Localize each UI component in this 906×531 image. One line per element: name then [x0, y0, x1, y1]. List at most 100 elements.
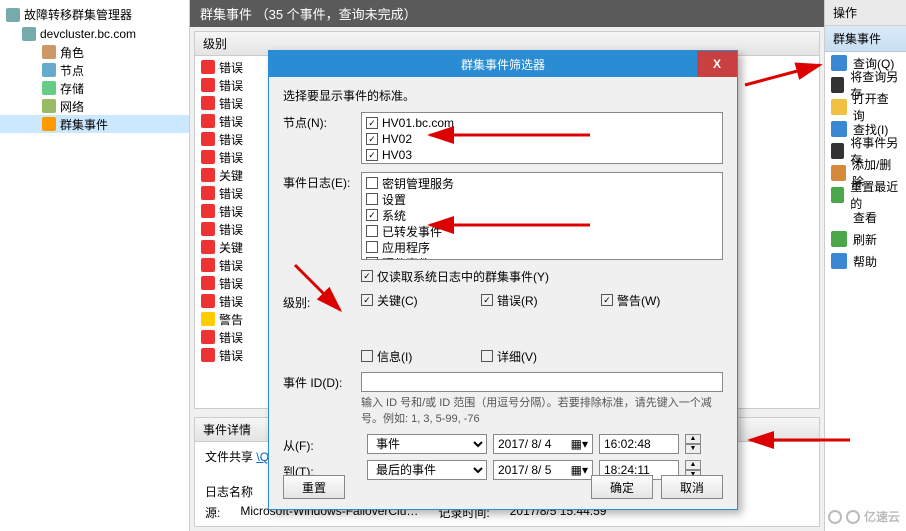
action-icon [831, 253, 847, 269]
log-checkbox[interactable]: 系统 [366, 207, 718, 223]
cluster-icon [22, 27, 36, 41]
level-checkbox[interactable]: 错误(R) [481, 292, 561, 308]
error-icon [201, 294, 215, 308]
error-icon [201, 60, 215, 74]
actions-subtitle: 群集事件 [825, 26, 906, 52]
error-icon [201, 78, 215, 92]
role-icon [42, 45, 56, 59]
tree-item-roles[interactable]: 角色 [0, 43, 189, 61]
close-button[interactable]: X [697, 51, 737, 77]
log-checkbox[interactable]: 设置 [366, 191, 718, 207]
checkbox-icon [366, 241, 378, 253]
log-checkbox[interactable]: 硬件事件 [366, 255, 718, 260]
level-label: 级别: [283, 292, 361, 311]
warning-icon [201, 312, 215, 326]
from-date[interactable]: 2017/ 8/ 4▦▾ [493, 434, 593, 454]
action-item[interactable]: 重置最近的 [825, 184, 906, 206]
tree-pane: 故障转移群集管理器 devcluster.bc.com 角色 节点 存储 网络 … [0, 0, 190, 531]
action-icon [831, 121, 847, 137]
eventid-label: 事件 ID(D): [283, 372, 361, 391]
cluster-mgr-icon [6, 8, 20, 22]
log-listbox[interactable]: 密钥管理服务设置系统已转发事件应用程序硬件事件 [361, 172, 723, 260]
storage-icon [42, 81, 56, 95]
dialog-prompt: 选择要显示事件的标准。 [283, 87, 723, 104]
node-label: 节点(N): [283, 112, 361, 131]
checkbox-icon [481, 294, 493, 306]
actions-title: 操作 [825, 0, 906, 26]
content-header: 群集事件 （35 个事件，查询未完成） [190, 0, 824, 27]
tree-item-events[interactable]: 群集事件 [0, 115, 189, 133]
level-checkbox[interactable]: 详细(V) [481, 348, 561, 364]
level-checkbox[interactable]: 信息(I) [361, 348, 441, 364]
checkbox-icon [481, 350, 493, 362]
error-icon [201, 222, 215, 236]
cancel-button[interactable]: 取消 [661, 475, 723, 499]
checkbox-icon [361, 294, 373, 306]
error-icon [201, 186, 215, 200]
checkbox-icon [366, 133, 378, 145]
watermark: 亿速云 [828, 508, 900, 525]
checkbox-icon [361, 350, 373, 362]
eventid-input[interactable] [361, 372, 723, 392]
error-icon [201, 114, 215, 128]
tree-cluster[interactable]: devcluster.bc.com [0, 25, 189, 43]
dialog-title: 群集事件筛选器 X [269, 51, 737, 77]
share-label: 文件共享 [205, 450, 253, 464]
tree-item-nodes[interactable]: 节点 [0, 61, 189, 79]
tree-root[interactable]: 故障转移群集管理器 [0, 4, 189, 25]
checkbox-icon [366, 177, 378, 189]
error-icon [201, 348, 215, 362]
from-time-spinner[interactable]: ▲▼ [685, 434, 701, 454]
action-icon [831, 209, 847, 225]
error-icon [201, 330, 215, 344]
error-icon [201, 258, 215, 272]
error-icon [201, 276, 215, 290]
action-icon [831, 231, 847, 247]
log-checkbox[interactable]: 密钥管理服务 [366, 175, 718, 191]
checkbox-icon [366, 193, 378, 205]
events-icon [42, 117, 56, 131]
source-label: 源: [205, 504, 220, 521]
checkbox-icon [361, 270, 373, 282]
checkbox-icon [366, 209, 378, 221]
from-mode-select[interactable]: 事件 [367, 434, 487, 454]
node-checkbox[interactable]: HV01.bc.com [366, 115, 718, 131]
action-item[interactable]: 打开查询 [825, 96, 906, 118]
critical-icon [201, 168, 215, 182]
from-label: 从(F): [283, 435, 361, 454]
tree-item-storage[interactable]: 存储 [0, 79, 189, 97]
node-icon [42, 63, 56, 77]
critical-icon [201, 240, 215, 254]
level-checkbox[interactable]: 关键(C) [361, 292, 441, 308]
tree-item-network[interactable]: 网络 [0, 97, 189, 115]
ok-button[interactable]: 确定 [591, 475, 653, 499]
action-item[interactable]: 帮助 [825, 250, 906, 272]
only-cluster-checkbox[interactable]: 仅读取系统日志中的群集事件(Y) [361, 268, 723, 284]
node-checkbox[interactable]: HV03 [366, 147, 718, 163]
error-icon [201, 150, 215, 164]
log-checkbox[interactable]: 已转发事件 [366, 223, 718, 239]
checkbox-icon [601, 294, 613, 306]
from-time[interactable]: 16:02:48 [599, 434, 679, 454]
log-label: 事件日志(E): [283, 172, 361, 191]
network-icon [42, 99, 56, 113]
error-icon [201, 96, 215, 110]
calendar-icon: ▦▾ [571, 437, 588, 451]
action-item[interactable]: 刷新 [825, 228, 906, 250]
reset-button[interactable]: 重置 [283, 475, 345, 499]
checkbox-icon [366, 149, 378, 161]
log-checkbox[interactable]: 应用程序 [366, 239, 718, 255]
node-checkbox[interactable]: HV02 [366, 131, 718, 147]
action-icon [831, 165, 846, 181]
checkbox-icon [366, 117, 378, 129]
level-checkbox[interactable]: 警告(W) [601, 292, 681, 308]
action-icon [831, 187, 844, 203]
action-icon [831, 99, 847, 115]
error-icon [201, 204, 215, 218]
checkbox-icon [366, 257, 378, 260]
node-listbox[interactable]: HV01.bc.comHV02HV03 [361, 112, 723, 164]
action-icon [831, 77, 844, 93]
action-icon [831, 55, 847, 71]
eventid-hint: 输入 ID 号和/或 ID 范围（用逗号分隔）。若要排除标准，请先键入一个减号。… [361, 394, 723, 426]
actions-pane: 操作 群集事件 查询(Q)将查询另存打开查询查找(I)将事件另存添加/删除重置最… [824, 0, 906, 531]
